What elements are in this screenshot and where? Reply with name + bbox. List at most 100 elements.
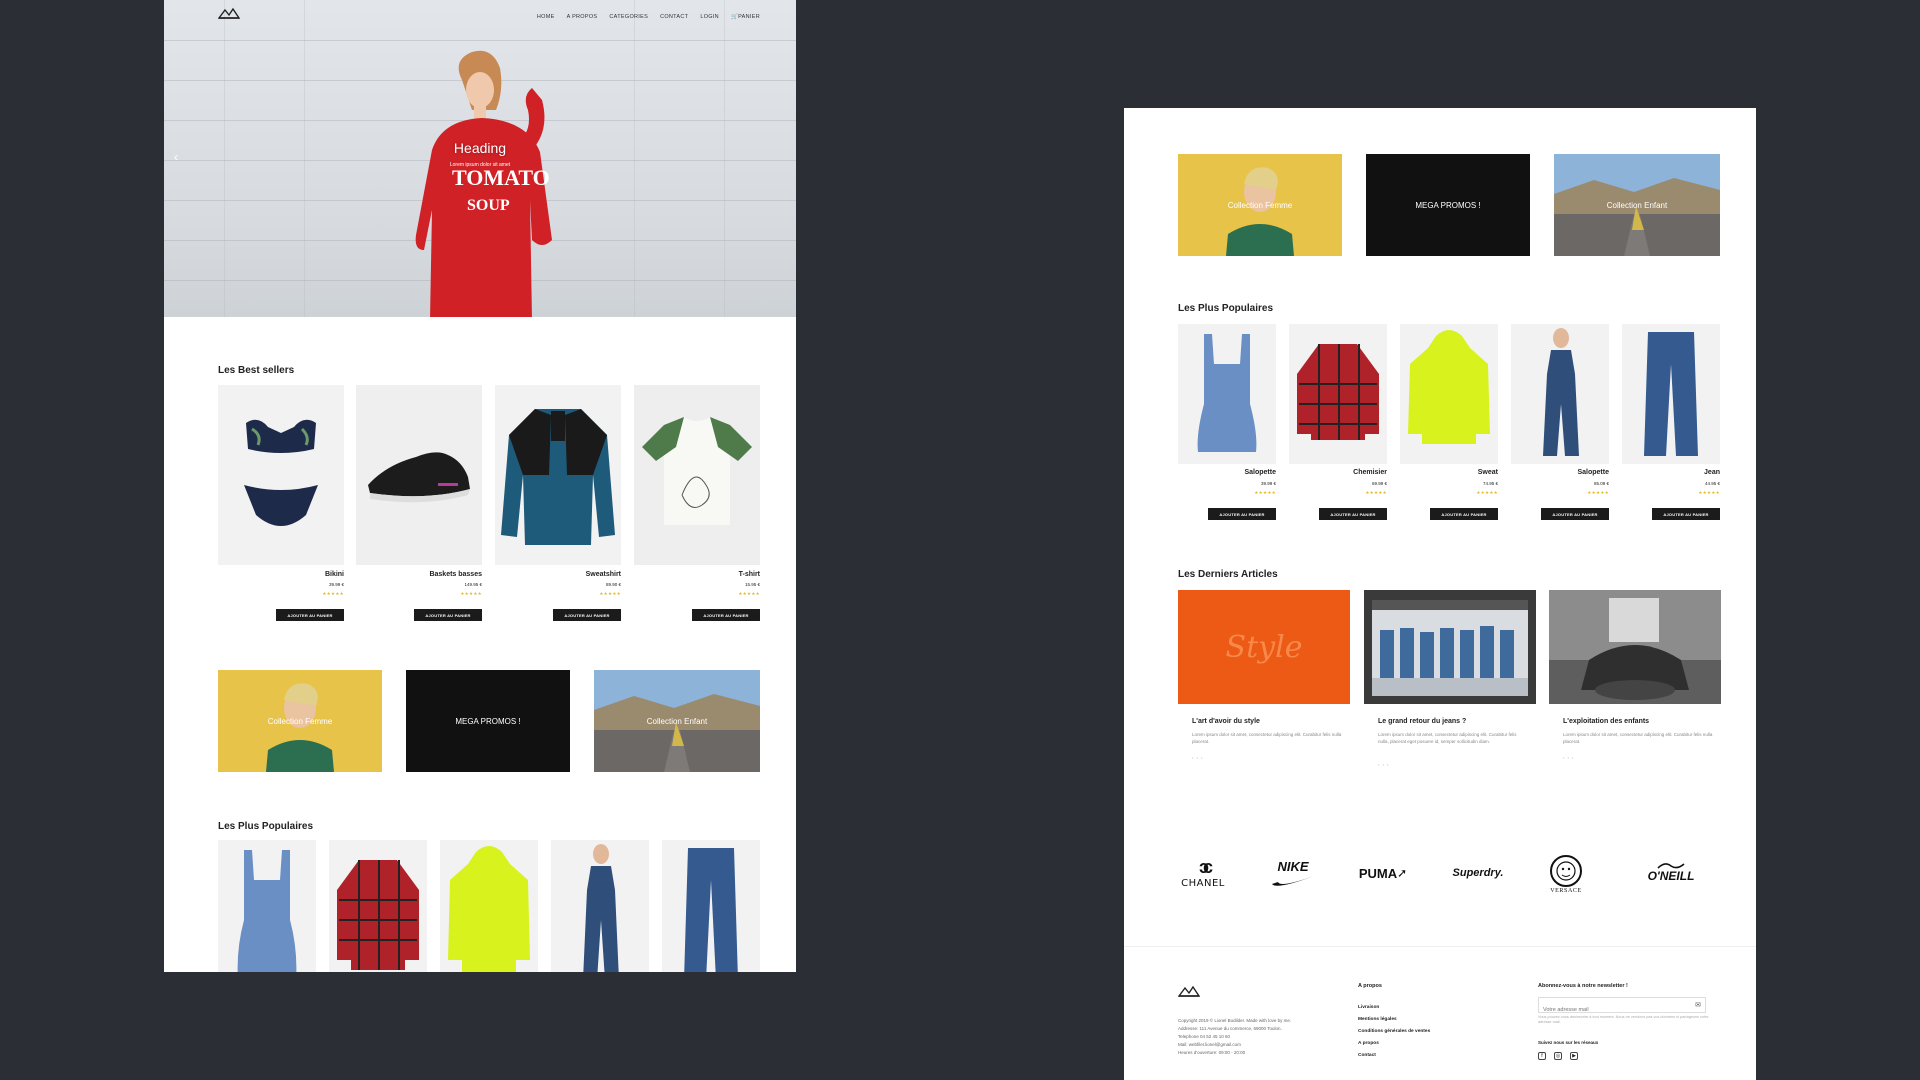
article-card[interactable]: L'exploitation des enfants Lorem ipsum d… <box>1549 590 1721 790</box>
footer-link-livraison[interactable]: Livraison <box>1358 1005 1379 1010</box>
footer-hours: Heures d'ouverture: 09:00 - 20:00 <box>1178 1050 1246 1055</box>
add-to-cart-button[interactable]: AJOUTER AU PANIER <box>1430 508 1498 520</box>
product-image-bikini <box>218 385 344 565</box>
product-card[interactable]: Salopette 85.09 € ★★★★★ AJOUTER AU PANIE… <box>1511 324 1609 524</box>
nav-cart[interactable]: 🛒PANIER <box>731 14 760 20</box>
instagram-icon[interactable]: ◎ <box>1554 1052 1562 1060</box>
add-to-cart-button[interactable]: AJOUTER AU PANIER <box>276 609 344 621</box>
product-name[interactable]: Jean <box>1704 469 1720 476</box>
hero-banner: TOMATO SOUP HOME A PROPOS CATEGORIES CON… <box>164 0 796 317</box>
add-to-cart-button[interactable]: AJOUTER AU PANIER <box>692 609 760 621</box>
add-to-cart-button[interactable]: AJOUTER AU PANIER <box>414 609 482 621</box>
collection-femme-card[interactable]: Collection Femme <box>218 670 382 772</box>
article-card[interactable]: Style L'art d'avoir du style Lorem ipsum… <box>1178 590 1350 790</box>
add-to-cart-button[interactable]: AJOUTER AU PANIER <box>1541 508 1609 520</box>
footer-link-mentions[interactable]: Mentions légales <box>1358 1017 1397 1022</box>
product-name[interactable]: Salopette <box>1244 469 1276 476</box>
youtube-icon[interactable]: ▶ <box>1570 1052 1578 1060</box>
article-image-jeans <box>1364 590 1536 704</box>
product-card[interactable]: Chemisier 69.99 € ★★★★★ AJOUTER AU PANIE… <box>1289 324 1387 524</box>
brand-oneill-logo[interactable]: O'NEILL <box>1626 848 1716 898</box>
rating-stars-icon: ★★★★★ <box>1698 490 1720 495</box>
mail-icon[interactable]: ✉ <box>1695 1001 1701 1009</box>
brand-puma-logo[interactable]: PUMA ➚ <box>1350 848 1416 898</box>
product-price: 39.99 € <box>328 582 344 587</box>
nav-cart-label: PANIER <box>738 14 760 20</box>
product-image-salopette-2 <box>1511 324 1609 464</box>
collection-enfant-label: Collection Enfant <box>1606 200 1668 210</box>
nav-contact[interactable]: CONTACT <box>660 14 688 20</box>
product-price: 15.95 € <box>744 582 760 587</box>
product-name[interactable]: Baskets basses <box>429 571 482 578</box>
product-card[interactable]: Sweat 74.95 € ★★★★★ AJOUTER AU PANIER <box>1400 324 1498 524</box>
brand-chanel-logo[interactable]: ↄc CHANEL <box>1170 848 1236 898</box>
product-image-jean <box>1622 324 1720 464</box>
brand-oneill-label: O'NEILL <box>1647 869 1695 883</box>
brand-nike-logo[interactable]: NIKE <box>1260 848 1326 898</box>
puma-cat-icon: ➚ <box>1397 866 1408 880</box>
popular-image-chemisier <box>329 840 427 972</box>
brand-nike-label: NIKE <box>1277 858 1309 874</box>
collection-enfant-card[interactable]: Collection Enfant <box>594 670 760 772</box>
product-name[interactable]: T-shirt <box>739 571 760 578</box>
product-card[interactable]: Bikini 39.99 € ★★★★★ AJOUTER AU PANIER <box>218 385 344 625</box>
product-name[interactable]: Bikini <box>325 571 344 578</box>
hero-heading: Heading <box>453 140 507 156</box>
facebook-icon[interactable]: f <box>1538 1052 1546 1060</box>
article-title[interactable]: L'exploitation des enfants <box>1563 718 1649 725</box>
product-card[interactable]: T-shirt 15.95 € ★★★★★ AJOUTER AU PANIER <box>634 385 760 625</box>
brand-superdry-logo[interactable]: Superdry. <box>1440 848 1516 898</box>
article-card[interactable]: Le grand retour du jeans ? Lorem ipsum d… <box>1364 590 1536 790</box>
article-dots: • • • <box>1563 755 1575 760</box>
add-to-cart-button[interactable]: AJOUTER AU PANIER <box>1652 508 1720 520</box>
versace-medusa-icon <box>1550 855 1582 887</box>
product-name[interactable]: Sweatshirt <box>586 571 621 578</box>
nav-categories[interactable]: CATEGORIES <box>609 14 648 20</box>
brand-chanel-label: CHANEL <box>1181 878 1225 889</box>
footer-phone: Telephone 04 52 45 10 60 <box>1178 1034 1231 1039</box>
brand-versace-logo[interactable]: VERSACE <box>1536 843 1596 905</box>
articles-title: Les Derniers Articles <box>1178 569 1278 580</box>
svg-text:TOMATO: TOMATO <box>452 165 550 190</box>
article-excerpt: Lorem ipsum dolor sit amet, consectetur … <box>1378 732 1517 744</box>
product-card[interactable]: Sweatshirt 89.90 € ★★★★★ AJOUTER AU PANI… <box>495 385 621 625</box>
article-excerpt: Lorem ipsum dolor sit amet, consectetur … <box>1563 732 1713 744</box>
rating-stars-icon: ★★★★★ <box>460 591 482 596</box>
footer-link-about[interactable]: A propos <box>1358 1041 1379 1046</box>
nav-login[interactable]: LOGIN <box>700 14 719 20</box>
hero-subheading: Lorem ipsum dolor sit amet <box>449 162 511 168</box>
product-price: 39.99 € <box>1260 481 1276 486</box>
nav-about[interactable]: A PROPOS <box>567 14 598 20</box>
nav-home[interactable]: HOME <box>537 14 555 20</box>
product-card[interactable]: Salopette 39.99 € ★★★★★ AJOUTER AU PANIE… <box>1178 324 1276 524</box>
rating-stars-icon: ★★★★★ <box>1365 490 1387 495</box>
social-title: Suivez nous sur les réseaux <box>1538 1040 1599 1045</box>
article-title[interactable]: L'art d'avoir du style <box>1192 718 1260 725</box>
rating-stars-icon: ★★★★★ <box>1254 490 1276 495</box>
footer-link-cgv[interactable]: Conditions générales de ventes <box>1358 1029 1430 1034</box>
product-name[interactable]: Salopette <box>1577 469 1609 476</box>
add-to-cart-button[interactable]: AJOUTER AU PANIER <box>1208 508 1276 520</box>
add-to-cart-button[interactable]: AJOUTER AU PANIER <box>1319 508 1387 520</box>
article-title[interactable]: Le grand retour du jeans ? <box>1378 718 1466 725</box>
product-name[interactable]: Sweat <box>1478 469 1498 476</box>
product-card[interactable]: Baskets basses 149.95 € ★★★★★ AJOUTER AU… <box>356 385 482 625</box>
footer-link-contact[interactable]: Contact <box>1358 1053 1376 1058</box>
collection-femme-card[interactable]: Collection Femme <box>1178 154 1342 256</box>
main-nav: HOME A PROPOS CATEGORIES CONTACT LOGIN 🛒… <box>537 14 760 20</box>
collection-enfant-card[interactable]: Collection Enfant <box>1554 154 1720 256</box>
footer-logo-icon[interactable] <box>1178 985 1200 997</box>
mega-promos-card[interactable]: MEGA PROMOS ! <box>406 670 570 772</box>
product-card[interactable]: Jean 44.95 € ★★★★★ AJOUTER AU PANIER <box>1622 324 1720 524</box>
footer-copyright: Copyright 2019 © Lionel Bodilder. Made w… <box>1178 1018 1292 1023</box>
logo-icon[interactable] <box>218 7 240 19</box>
product-price: 69.99 € <box>1371 481 1387 486</box>
add-to-cart-button[interactable]: AJOUTER AU PANIER <box>553 609 621 621</box>
footer-about-title: A propos <box>1358 983 1382 989</box>
newsletter-field[interactable]: ✉ <box>1538 997 1706 1017</box>
best-sellers-title: Les Best sellers <box>218 365 295 376</box>
mega-promos-card[interactable]: MEGA PROMOS ! <box>1366 154 1530 256</box>
collection-femme-label: Collection Femme <box>1227 200 1293 210</box>
newsletter-title: Abonnez-vous à notre newsletter ! <box>1538 983 1628 989</box>
product-name[interactable]: Chemisier <box>1353 469 1387 476</box>
